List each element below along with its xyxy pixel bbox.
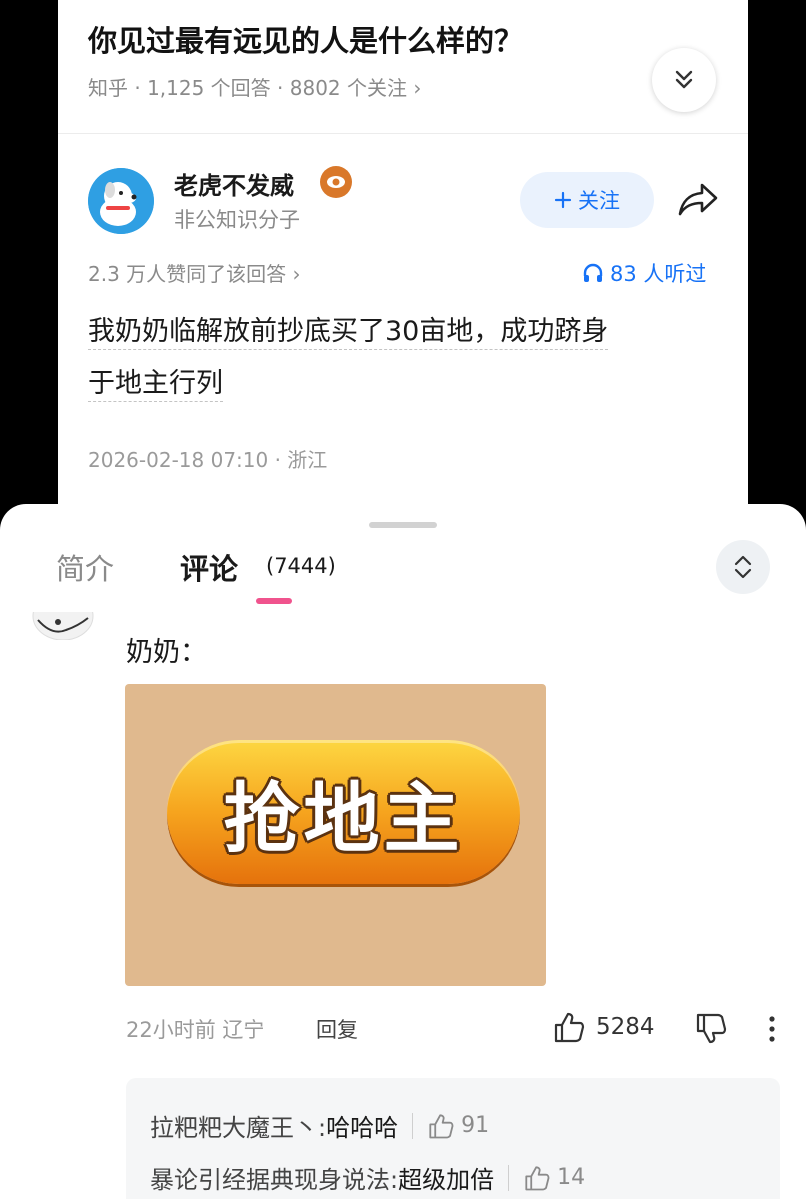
- left-black-margin: [0, 0, 58, 520]
- author-avatar[interactable]: [88, 168, 154, 234]
- comment-text: 奶奶：: [126, 637, 207, 668]
- answer-card: 你见过最有远见的人是什么样的？ 知乎 · 1,125 个回答 · 8802 个关…: [58, 0, 748, 520]
- follow-button[interactable]: 关注: [520, 172, 654, 228]
- expand-question-button[interactable]: [652, 48, 716, 112]
- chevron-double-down-icon: [675, 70, 693, 89]
- expand-collapse-button[interactable]: [716, 540, 770, 594]
- tab-comments-count: (7444): [266, 554, 336, 578]
- reply-button[interactable]: 回复: [316, 1014, 358, 1044]
- comment-image[interactable]: 抢地主: [125, 684, 546, 986]
- thumbs-down-icon[interactable]: [694, 1012, 728, 1046]
- listen-count-text: 83 人听过: [610, 262, 707, 286]
- answer-likes-line[interactable]: 2.3 万人赞同了该回答 ›: [88, 258, 301, 287]
- thumbs-up-icon: [554, 1012, 585, 1043]
- reply-separator: [508, 1164, 510, 1191]
- expand-collapse-icon: [734, 555, 752, 579]
- answer-text-line-2: 于地主行列: [88, 368, 223, 402]
- question-meta[interactable]: 知乎 · 1,125 个回答 · 8802 个关注 ›: [88, 72, 421, 101]
- plus-icon: [554, 191, 572, 209]
- comment-time-location: 22小时前 辽宁: [126, 1018, 265, 1042]
- reply-content: 哈哈哈: [326, 1114, 399, 1142]
- share-icon[interactable]: [676, 180, 720, 220]
- follow-label: 关注: [578, 189, 620, 213]
- reply-content: 超级加倍: [398, 1166, 495, 1194]
- answer-text[interactable]: 我奶奶临解放前抄底买了30亩地，成功跻身 于地主行列: [88, 306, 708, 410]
- dog-avatar-icon: [88, 168, 154, 234]
- divider: [58, 133, 748, 134]
- comments-sheet: 简介 评论 (7444) 奶奶： 抢地主 22小时前 辽宁 回复 5284 拉粑…: [0, 504, 806, 1199]
- reply-item[interactable]: 暴论引经据典现身说法: 超级加倍 14: [150, 1160, 585, 1195]
- reply-like-count: 91: [461, 1113, 490, 1138]
- listen-count[interactable]: 83 人听过: [582, 258, 706, 288]
- grab-landlord-button-image: 抢地主: [167, 740, 520, 884]
- answer-text-line-1: 我奶奶临解放前抄底买了30亩地，成功跻身: [88, 316, 609, 350]
- comment-like-button[interactable]: 5284: [552, 1010, 655, 1044]
- author-bio: 非公知识分子: [174, 208, 300, 232]
- more-vertical-icon[interactable]: [764, 1014, 780, 1044]
- author-badge-icon: [320, 166, 352, 198]
- replies-box[interactable]: 拉粑粑大魔王丶: 哈哈哈 91 暴论引经据典现身说法: 超级加倍 14: [126, 1078, 780, 1199]
- tab-comments[interactable]: 评论: [180, 546, 238, 588]
- reply-user: 拉粑粑大魔王丶:: [150, 1114, 327, 1142]
- author-name[interactable]: 老虎不发威: [174, 166, 294, 201]
- reply-separator: [412, 1112, 414, 1139]
- question-title[interactable]: 你见过最有远见的人是什么样的？: [88, 18, 523, 60]
- comment-image-text: 抢地主: [223, 774, 464, 863]
- comment-like-count: 5284: [596, 1014, 655, 1040]
- thumbs-up-icon[interactable]: [427, 1112, 455, 1140]
- sheet-drag-handle[interactable]: [369, 522, 437, 528]
- reply-item[interactable]: 拉粑粑大魔王丶: 哈哈哈 91: [150, 1108, 489, 1143]
- commenter-avatar[interactable]: [32, 612, 94, 640]
- tab-intro[interactable]: 简介: [56, 546, 114, 588]
- reply-user: 暴论引经据典现身说法:: [150, 1166, 399, 1194]
- headphones-icon: [583, 263, 603, 282]
- thumbs-up-icon[interactable]: [523, 1164, 551, 1192]
- answer-meta: 2026-02-18 07:10 · 浙江: [88, 448, 328, 472]
- right-black-margin: [748, 0, 806, 520]
- tab-active-indicator: [256, 598, 292, 604]
- reply-like-count: 14: [557, 1165, 586, 1190]
